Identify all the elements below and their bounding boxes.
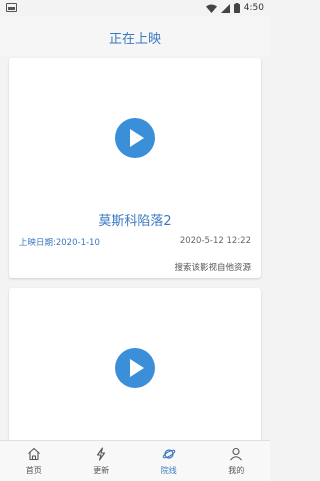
clock-text: 4:50 bbox=[243, 3, 264, 13]
tab-mine[interactable]: 我的 bbox=[203, 441, 271, 481]
tab-label: 院线 bbox=[160, 466, 177, 475]
release-date: 上映日期:2020-1-10 bbox=[19, 238, 100, 248]
battery-icon bbox=[233, 3, 240, 13]
search-resources-link[interactable]: 搜索该影视自他资源 bbox=[174, 261, 251, 273]
tab-updates[interactable]: 更新 bbox=[68, 441, 136, 481]
tab-cinema[interactable]: 院线 bbox=[135, 441, 203, 481]
planet-icon bbox=[162, 449, 176, 459]
tab-label: 更新 bbox=[93, 466, 110, 475]
wifi-icon bbox=[205, 4, 217, 13]
movie-card[interactable]: 莫斯科陷落2 上映日期:2020-1-10 2020-5-12 12:22 搜索… bbox=[9, 58, 261, 278]
tab-label: 首页 bbox=[25, 466, 42, 475]
tab-label: 我的 bbox=[228, 466, 245, 475]
signal-icon bbox=[220, 3, 230, 13]
status-icons: 4:50 bbox=[205, 1, 264, 15]
user-icon bbox=[230, 447, 243, 461]
tab-home[interactable]: 首页 bbox=[0, 441, 68, 481]
title-bar: 正在上映 bbox=[0, 16, 270, 56]
play-icon[interactable] bbox=[115, 118, 155, 158]
page-title: 正在上映 bbox=[108, 32, 161, 47]
play-icon[interactable] bbox=[115, 348, 155, 388]
home-icon bbox=[27, 447, 40, 461]
image-notification-icon bbox=[6, 3, 17, 12]
lightning-icon bbox=[97, 447, 106, 461]
bottom-tab-bar: 首页 更新 院线 我的 bbox=[0, 440, 270, 481]
updated-time: 2020-5-12 12:22 bbox=[179, 236, 251, 246]
status-bar: 4:50 bbox=[0, 0, 270, 16]
movie-title[interactable]: 莫斯科陷落2 bbox=[9, 210, 261, 229]
